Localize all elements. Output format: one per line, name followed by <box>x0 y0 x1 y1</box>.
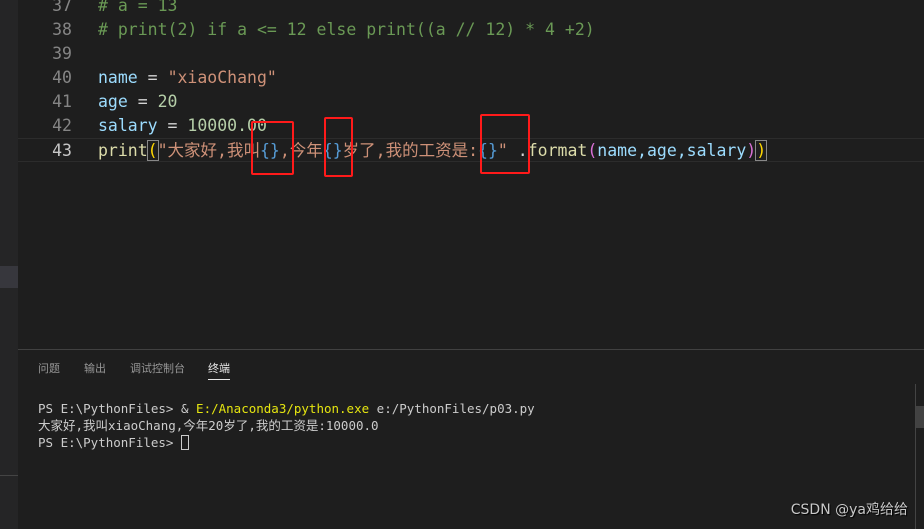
terminal-prompt: PS E:\PythonFiles> <box>38 435 181 450</box>
terminal-command: E:/Anaconda3/python.exe <box>196 401 370 416</box>
paren: ) <box>746 141 757 160</box>
line-number: 40 <box>52 68 72 87</box>
bracket-match: ( <box>146 140 159 161</box>
line-number: 42 <box>52 116 72 135</box>
watermark: CSDN @ya鸡给给 <box>790 502 908 518</box>
terminal-output: 大家好,我叫xiaoChang,今年20岁了,我的工资是:10000.0 <box>38 418 379 433</box>
annotation-box <box>251 121 294 175</box>
variable: salary <box>98 116 158 135</box>
current-code-line: 43 print("大家好,我叫{},今年{}岁了,我的工资是:{}" .form… <box>18 138 924 162</box>
code-line: 37 # a = 13 <box>18 0 924 18</box>
line-number: 38 <box>52 20 72 39</box>
line-number: 43 <box>52 141 72 160</box>
bottom-panel: 问题 输出 调试控制台 终端 PS E:\PythonFiles> & E:/A… <box>18 349 924 529</box>
activity-bar-selected[interactable] <box>0 266 18 288</box>
activity-bar <box>0 0 18 529</box>
operator: = <box>137 68 168 87</box>
scrollbar-thumb[interactable] <box>916 406 924 428</box>
code-line: 39 <box>18 42 924 66</box>
operator: = <box>127 92 158 111</box>
code-line: 38 # print(2) if a <= 12 else print((a //… <box>18 18 924 42</box>
tab-debug-console[interactable]: 调试控制台 <box>130 360 185 379</box>
line-number: 39 <box>52 44 72 63</box>
code-editor[interactable]: 37 # a = 13 38 # print(2) if a <= 12 else … <box>18 0 924 349</box>
arguments: name,age,salary <box>597 141 747 160</box>
method: format <box>527 141 588 160</box>
terminal-prompt: PS E:\PythonFiles> & <box>38 401 197 416</box>
terminal-argument: e:/PythonFiles/p03.py <box>369 401 535 416</box>
string: "大家好,我叫 <box>157 141 260 160</box>
number: 20 <box>157 92 178 111</box>
terminal[interactable]: PS E:\PythonFiles> & E:/Anaconda3/python… <box>38 400 535 451</box>
comment: # a = 13 <box>98 0 178 15</box>
code-line: 41 age = 20 <box>18 90 924 114</box>
line-number: 37 <box>52 0 72 15</box>
code-line: 40 name = "xiaoChang" <box>18 66 924 90</box>
terminal-cursor <box>181 435 189 450</box>
tab-problems[interactable]: 问题 <box>38 360 60 379</box>
comment: # print(2) if a <= 12 else print((a // 1… <box>98 20 595 39</box>
operator: = <box>157 116 188 135</box>
code-line: 42 salary = 10000.00 <box>18 114 924 138</box>
annotation-box <box>324 117 353 177</box>
line-number: 41 <box>52 92 72 111</box>
divider <box>0 475 18 476</box>
variable: name <box>98 68 138 87</box>
string: 岁了,我的工资是: <box>342 141 479 160</box>
function: print <box>98 141 148 160</box>
variable: age <box>98 92 128 111</box>
annotation-box <box>480 114 530 174</box>
tab-terminal[interactable]: 终端 <box>208 360 230 380</box>
string: "xiaoChang" <box>167 68 277 87</box>
bracket-match: ) <box>755 140 768 161</box>
tab-output[interactable]: 输出 <box>84 360 106 379</box>
paren: ( <box>587 141 598 160</box>
